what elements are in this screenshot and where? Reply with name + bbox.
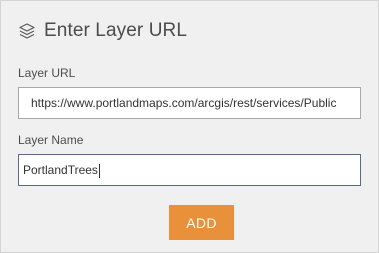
text-caret [98, 163, 100, 178]
layer-url-value: https://www.portlandmaps.com/arcgis/rest… [31, 96, 337, 110]
layer-url-input[interactable]: https://www.portlandmaps.com/arcgis/rest… [18, 87, 361, 119]
layer-name-value: PortlandTrees [23, 163, 98, 177]
dialog-title: Enter Layer URL [44, 20, 188, 41]
layers-icon [18, 22, 36, 40]
panel-header: Enter Layer URL [18, 18, 187, 44]
add-layer-panel: Enter Layer URL Layer URL https://www.po… [0, 0, 379, 253]
layer-name-input[interactable]: PortlandTrees [18, 154, 361, 186]
add-button[interactable]: ADD [169, 205, 234, 240]
layer-name-label: Layer Name [18, 133, 84, 147]
layer-url-label: Layer URL [18, 66, 76, 80]
